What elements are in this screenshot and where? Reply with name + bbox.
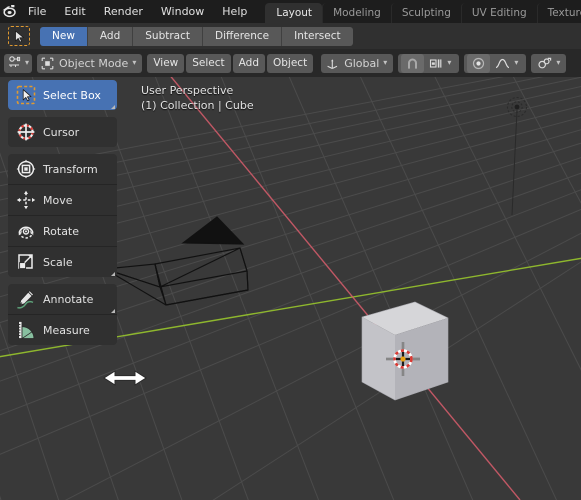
blender-logo-icon[interactable] [0, 0, 19, 23]
menu-edit[interactable]: Edit [55, 0, 94, 23]
tab-uv-editing[interactable]: UV Editing [460, 3, 537, 23]
submenu-indicator-icon [111, 272, 115, 276]
tab-modeling[interactable]: Modeling [322, 3, 391, 23]
orientation-axes-icon [326, 57, 339, 70]
tool-select-box[interactable]: Select Box [8, 80, 117, 110]
transform-orientation-label: Global [344, 56, 380, 70]
chevron-down-icon: ▾ [25, 58, 30, 67]
chevron-down-icon: ▾ [132, 58, 137, 67]
snap-increment-icon[interactable]: ▾ [424, 54, 456, 73]
3d-viewport[interactable]: User Perspective (1) Collection | Cube S… [0, 77, 581, 500]
annotate-pencil-icon [13, 286, 39, 312]
tool-transform-label: Transform [43, 162, 98, 176]
scale-icon [13, 249, 39, 275]
cursor-3d-icon [13, 119, 39, 145]
blender-window: File Edit Render Window Help Layout Mode… [0, 0, 581, 500]
tool-measure-label: Measure [43, 323, 90, 337]
tool-scale[interactable]: Scale [8, 247, 117, 277]
proportional-editing-icon[interactable] [467, 53, 491, 73]
workspace-tabs: Layout Modeling Sculpting UV Editing Tex… [265, 0, 581, 23]
chevron-down-icon: ▾ [514, 58, 519, 67]
object-mode-icon [41, 57, 54, 70]
measure-ruler-icon [13, 317, 39, 343]
bool-difference-button[interactable]: Difference [203, 26, 283, 46]
chevron-down-icon: ▾ [383, 58, 388, 67]
object-gizmo-icon[interactable]: ▾ [535, 54, 562, 73]
tab-layout[interactable]: Layout [265, 3, 323, 23]
tab-sculpting[interactable]: Sculpting [390, 3, 461, 23]
viewport-menu-add[interactable]: Add [232, 53, 265, 73]
mode-label: Object Mode [59, 56, 129, 70]
menu-render[interactable]: Render [95, 0, 152, 23]
submenu-indicator-icon [111, 309, 115, 313]
snap-magnet-icon[interactable] [401, 53, 425, 73]
editor-type-selector[interactable]: ▾ [4, 53, 33, 73]
tool-annotate[interactable]: Annotate [8, 284, 117, 315]
menu-file[interactable]: File [19, 0, 55, 23]
viewport-menu-select[interactable]: Select [186, 53, 231, 73]
menu-help[interactable]: Help [213, 0, 256, 23]
proportional-editing-group: ▾ [464, 53, 527, 73]
bool-intersect-button[interactable]: Intersect [282, 26, 353, 46]
mode-selector[interactable]: Object Mode ▾ [37, 53, 143, 73]
select-box-icon [13, 82, 39, 108]
tool-measure[interactable]: Measure [8, 315, 117, 345]
tool-scale-label: Scale [43, 255, 73, 269]
transform-icon [13, 156, 39, 182]
select-box-cursor-icon[interactable] [8, 26, 30, 46]
tool-annotate-label: Annotate [43, 292, 94, 306]
tool-move-label: Move [43, 193, 73, 207]
tool-cursor-label: Cursor [43, 125, 80, 139]
chevron-down-icon: ▾ [556, 58, 561, 67]
editor-type-3dview-icon [7, 55, 21, 72]
tool-settings-bar: New Add Subtract Difference Intersect [0, 23, 581, 49]
rotate-icon [13, 218, 39, 244]
submenu-indicator-icon [111, 105, 115, 109]
viewport-toolbar: Select Box Cursor Transform Move Rotate … [8, 80, 117, 352]
bool-add-button[interactable]: Add [87, 26, 134, 46]
viewport-menu-object[interactable]: Object [267, 53, 314, 73]
topbar: File Edit Render Window Help Layout Mode… [0, 0, 581, 23]
boolean-mode-group: New Add Subtract Difference Intersect [40, 26, 353, 46]
tab-texture-paint[interactable]: Texture Paint [536, 3, 581, 23]
toolbar-group-transform: Transform Move Rotate Scale [8, 154, 117, 277]
viewport-header: ▾ Object Mode ▾ View Select Add Object G… [0, 49, 581, 77]
chevron-down-icon: ▾ [447, 58, 452, 67]
viewport-menu-view[interactable]: View [147, 53, 185, 73]
tool-transform[interactable]: Transform [8, 154, 117, 185]
move-icon [13, 187, 39, 213]
transform-orientation-selector[interactable]: Global ▾ [321, 53, 394, 73]
tool-cursor[interactable]: Cursor [8, 117, 117, 147]
smooth-falloff-icon[interactable]: ▾ [490, 54, 523, 73]
toolbar-group-cursor: Cursor [8, 117, 117, 147]
tool-select-box-label: Select Box [43, 88, 101, 102]
toolbar-group-annotate: Annotate Measure [8, 284, 117, 345]
tool-rotate[interactable]: Rotate [8, 216, 117, 247]
bool-new-button[interactable]: New [40, 26, 88, 46]
snapping-group: ▾ [398, 53, 460, 73]
tool-move[interactable]: Move [8, 185, 117, 216]
tool-rotate-label: Rotate [43, 224, 80, 238]
toolbar-group-select: Select Box [8, 80, 117, 110]
gizmo-group: ▾ [531, 53, 567, 73]
menu-window[interactable]: Window [152, 0, 213, 23]
bool-subtract-button[interactable]: Subtract [133, 26, 203, 46]
